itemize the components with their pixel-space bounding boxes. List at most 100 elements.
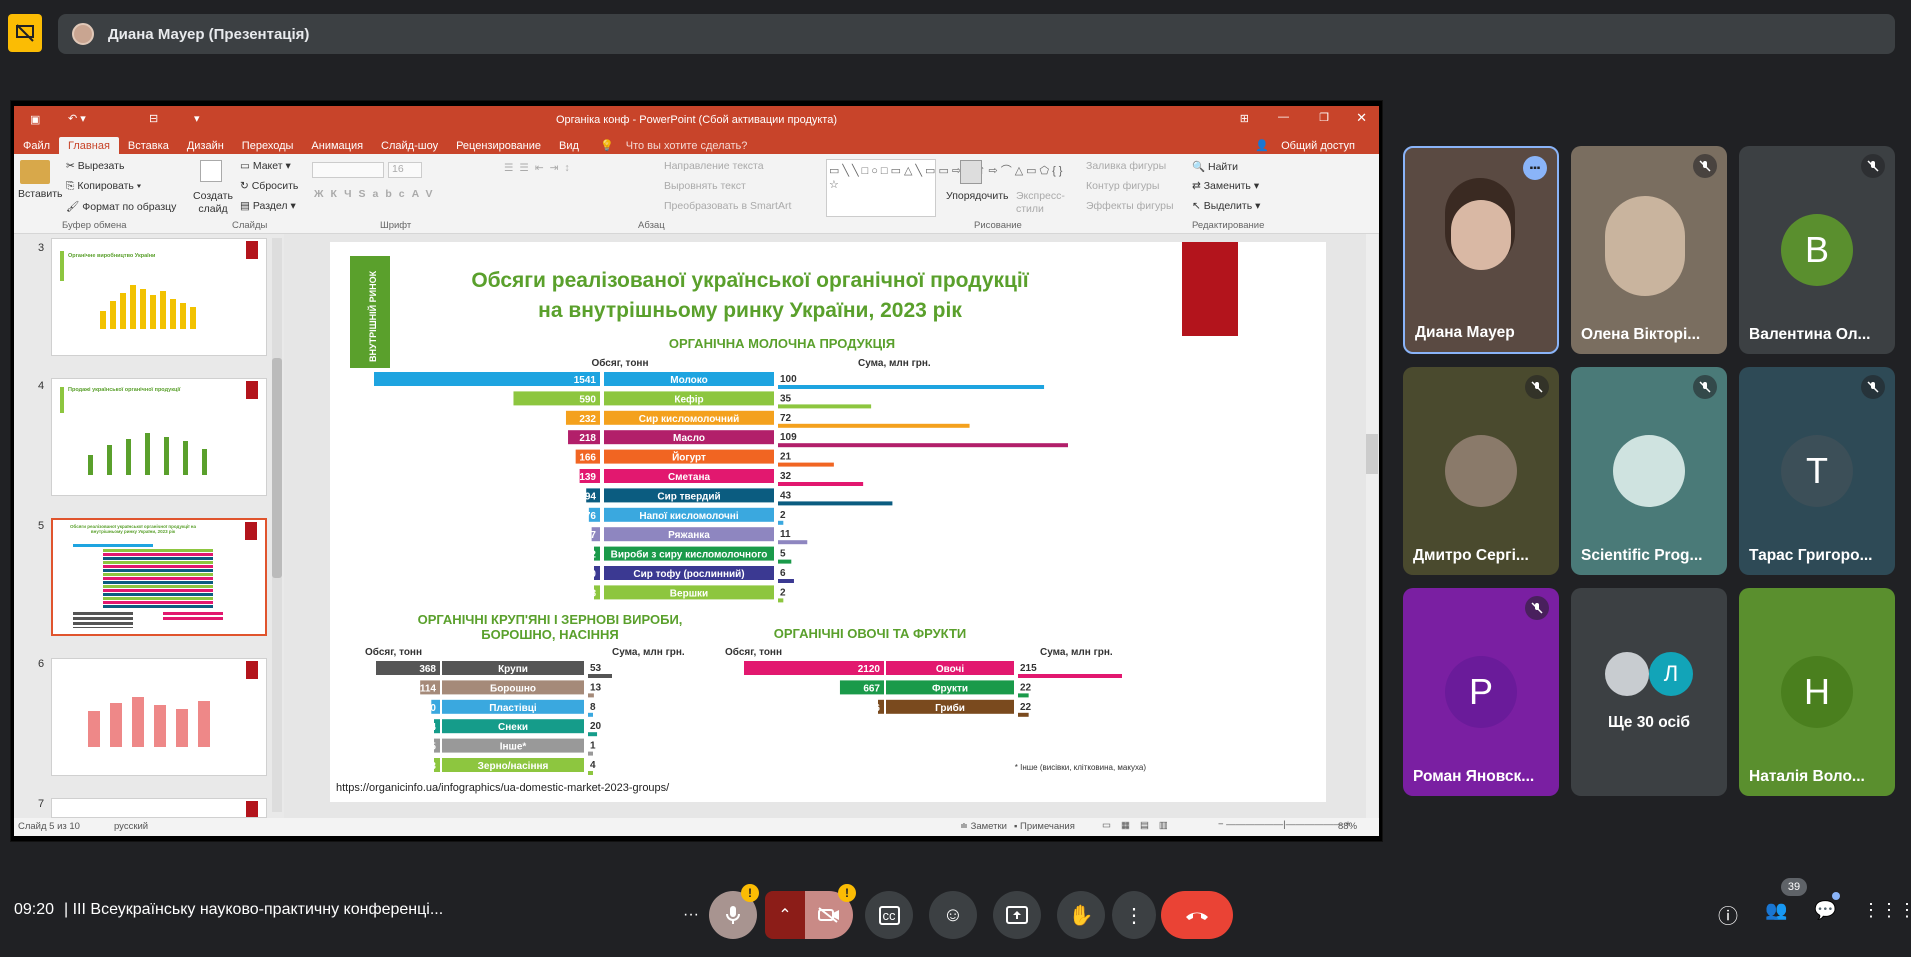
slide-thumbnail-3[interactable]: Органічне виробництво України <box>51 238 267 356</box>
people-count-badge: 39 <box>1781 878 1807 896</box>
present-button[interactable] <box>993 891 1041 939</box>
maximize-icon[interactable]: ❐ <box>1319 111 1329 124</box>
shape-effects-button[interactable]: Эффекты фигуры <box>1086 200 1174 212</box>
view-buttons[interactable]: ▭▦▤▥ <box>1102 820 1178 831</box>
paste-button[interactable]: Вставить <box>18 188 63 200</box>
copy-button[interactable]: ⎘ Копировать ▾ <box>66 180 141 193</box>
section-label: Раздел <box>252 200 288 212</box>
category-label: Сметана <box>668 472 711 483</box>
font-format-icons[interactable]: ЖКЧSabcAV <box>314 188 439 200</box>
new-slide-button[interactable]: Создать слайд <box>192 190 234 216</box>
camera-options-button[interactable]: ⌃ <box>765 891 805 939</box>
category-label: Гриби <box>935 702 965 714</box>
tab-review[interactable]: Рецензирование <box>447 137 550 155</box>
tab-design[interactable]: Дизайн <box>178 137 233 155</box>
shapes-gallery[interactable]: ▭╲╲□○□▭△╲▭▭⇨⇩⇧⇨⌒△▭⬠{}☆ <box>826 159 1062 217</box>
select-button[interactable]: ↖ Выделить ▾ <box>1192 200 1260 212</box>
tab-view[interactable]: Вид <box>550 137 588 155</box>
align-text-button[interactable]: Выровнять текст <box>664 180 746 192</box>
tab-transitions[interactable]: Переходы <box>233 137 303 155</box>
format-painter-button[interactable]: 🖌 Формат по образцу <box>66 200 176 213</box>
people-icon[interactable]: 👥 <box>1765 900 1787 921</box>
participant-tile[interactable]: Н Наталія Воло... <box>1739 588 1895 796</box>
thumb-number: 3 <box>38 242 45 254</box>
presentation-indicator-icon[interactable] <box>8 14 42 52</box>
slide-scrollbar[interactable] <box>1366 234 1378 818</box>
slide-thumbnail-7[interactable] <box>51 798 267 818</box>
more-options-button[interactable]: ⋮ <box>1112 891 1156 939</box>
quick-styles-button[interactable]: Экспресс-стили <box>1016 190 1065 216</box>
tab-home[interactable]: Главная <box>59 137 119 155</box>
cut-button[interactable]: ✂ Вырезать <box>66 160 124 172</box>
arrange-icon[interactable] <box>960 160 982 184</box>
sum-bar <box>778 443 1068 448</box>
find-button[interactable]: 🔍 Найти <box>1192 160 1238 173</box>
thumbnail-scrollbar[interactable] <box>272 238 282 812</box>
participant-tile[interactable]: Т Тарас Григоро... <box>1739 367 1895 575</box>
mic-off-icon <box>1861 154 1885 178</box>
hang-up-icon <box>1186 912 1208 920</box>
text-direction-button[interactable]: Направление текста <box>664 160 764 172</box>
shape-fill-button[interactable]: Заливка фигуры <box>1086 160 1166 172</box>
slide-canvas[interactable]: ВНУТРІШНІЙ РИНОК Обсяги реалізованої укр… <box>330 242 1326 802</box>
replace-button[interactable]: ⇄ Заменить ▾ <box>1192 180 1259 192</box>
captions-button[interactable]: cc <box>865 891 913 939</box>
close-icon[interactable]: ✕ <box>1356 110 1367 126</box>
volume-value: 76 <box>585 511 597 522</box>
notes-button[interactable]: ≐ Заметки <box>960 821 1007 832</box>
zoom-slider[interactable]: − ——————|—————— + <box>1218 819 1351 830</box>
sum-value: 2 <box>780 510 786 521</box>
language-indicator[interactable]: русский <box>114 821 148 832</box>
participant-tile[interactable]: Scientific Prog... <box>1571 367 1727 575</box>
thumb-title: Органічне виробництво України <box>68 253 156 259</box>
thumb-number: 5 <box>38 520 45 532</box>
section-button[interactable]: ▤ Раздел ▾ <box>240 200 296 212</box>
reset-button[interactable]: ↻ Сбросить <box>240 180 298 192</box>
meeting-time: 09:20 <box>14 901 55 918</box>
participant-tile[interactable]: Дмитро Сергі... <box>1403 367 1559 575</box>
new-slide-icon[interactable] <box>200 160 222 182</box>
sum-bar <box>778 598 784 603</box>
infographic-chart: ОРГАНІЧНА МОЛОЧНА ПРОДУКЦІЯ Обсяг, тонн … <box>365 336 1146 775</box>
section-veg-title: ОРГАНІЧНІ ОВОЧІ ТА ФРУКТИ <box>774 626 966 641</box>
font-size-input[interactable]: 16 <box>388 162 422 178</box>
sum-bar <box>588 712 593 717</box>
layout-button[interactable]: ▭ Макет ▾ <box>240 160 291 172</box>
volume-value: 139 <box>579 472 596 483</box>
more-mic-options-button[interactable]: ··· <box>669 891 713 939</box>
arrange-button[interactable]: Упорядочить <box>946 190 1008 202</box>
shape-outline-button[interactable]: Контур фигуры <box>1086 180 1159 192</box>
slide-thumbnail-6[interactable] <box>51 658 267 776</box>
slide-thumbnail-4[interactable]: Продажі української органічної продукції <box>51 378 267 496</box>
reactions-button[interactable]: ☺ <box>929 891 977 939</box>
tab-animations[interactable]: Анимация <box>302 137 372 155</box>
paste-icon[interactable] <box>20 160 50 184</box>
ribbon-display-icon[interactable]: ⊞ <box>1240 112 1249 125</box>
font-name-input[interactable] <box>312 162 384 178</box>
tell-me-text: Что вы хотите сделать? <box>625 140 748 152</box>
smartart-button[interactable]: Преобразовать в SmartArt <box>664 200 791 212</box>
participant-tile[interactable]: Р Роман Яновск... <box>1403 588 1559 796</box>
comments-button[interactable]: ▪ Примечания <box>1014 821 1075 832</box>
raise-hand-button[interactable]: ✋ <box>1057 891 1105 939</box>
minimize-icon[interactable]: — <box>1278 111 1289 123</box>
more-participants-tile[interactable]: Л Ще 30 осіб <box>1571 588 1727 796</box>
veg-sum-header: Сума, млн грн. <box>1040 647 1113 658</box>
category-label: Йогурт <box>672 451 706 464</box>
source-url-link[interactable]: https://organicinfo.ua/infographics/ua-d… <box>336 782 669 794</box>
tab-file[interactable]: Файл <box>14 137 59 155</box>
participant-tile[interactable]: В Валентина Ол... <box>1739 146 1895 354</box>
tab-slideshow[interactable]: Слайд-шоу <box>372 137 447 155</box>
chat-icon[interactable]: 💬 <box>1814 900 1836 921</box>
slide-thumbnail-5[interactable]: Обсяги реалізованої української органічн… <box>51 518 267 636</box>
leave-call-button[interactable] <box>1161 891 1233 939</box>
activities-icon[interactable]: ⋮⋮⋮ <box>1862 900 1911 921</box>
mic-off-icon <box>1525 596 1549 620</box>
participant-tile[interactable]: ▪▪▪ Диана Мауер <box>1403 146 1559 354</box>
list-icons[interactable]: ☰☰⇤⇥↕ <box>504 162 576 174</box>
zoom-level[interactable]: 88% <box>1338 821 1357 832</box>
participant-tile[interactable]: Олена Вікторі... <box>1571 146 1727 354</box>
meeting-info-icon[interactable]: ⓘ <box>1718 900 1738 929</box>
sum-value: 215 <box>1020 663 1037 674</box>
tab-insert[interactable]: Вставка <box>119 137 178 155</box>
